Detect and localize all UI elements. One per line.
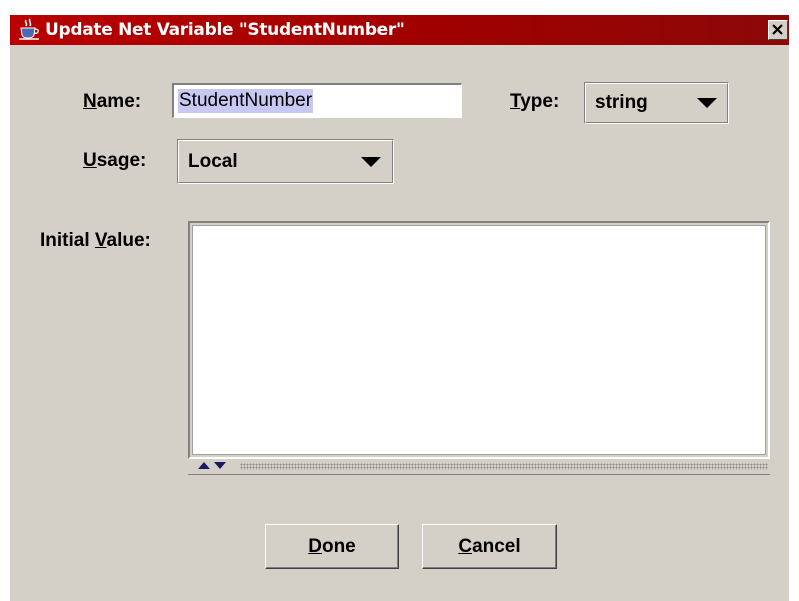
usage-combobox-frame: Local bbox=[178, 140, 393, 183]
splitter-grip[interactable] bbox=[240, 463, 768, 470]
done-button-label-rest: one bbox=[321, 535, 356, 557]
usage-label: Usage: bbox=[83, 150, 146, 172]
close-button[interactable] bbox=[768, 20, 788, 40]
title-bar[interactable]: Update Net Variable "StudentNumber" bbox=[10, 15, 789, 45]
usage-label-mnemonic: U bbox=[83, 150, 97, 171]
initial-value-textarea-frame bbox=[188, 221, 770, 459]
type-combobox[interactable]: string bbox=[584, 82, 729, 124]
done-button[interactable]: Done bbox=[265, 524, 399, 569]
splitter-bar[interactable] bbox=[188, 459, 770, 475]
name-label-rest: ame: bbox=[96, 91, 142, 112]
name-field[interactable]: StudentNumber bbox=[172, 83, 462, 118]
initial-value-label: Initial Value: bbox=[40, 230, 151, 252]
initial-value-label-mnemonic: V bbox=[94, 230, 107, 251]
update-net-variable-dialog: Update Net Variable "StudentNumber" Name… bbox=[9, 15, 789, 601]
chevron-down-icon[interactable] bbox=[361, 156, 381, 167]
close-x-icon bbox=[772, 24, 783, 35]
usage-combobox[interactable]: Local bbox=[177, 139, 394, 184]
usage-label-rest: sage: bbox=[96, 150, 147, 171]
type-label: Type: bbox=[510, 91, 559, 113]
done-button-mnemonic: D bbox=[308, 535, 322, 557]
expand-up-icon[interactable] bbox=[198, 462, 210, 469]
name-label-mnemonic: N bbox=[83, 91, 97, 112]
cancel-button-label-rest: ancel bbox=[472, 535, 521, 557]
cancel-button[interactable]: Cancel bbox=[422, 524, 557, 569]
java-cup-icon bbox=[19, 18, 39, 40]
splitter-line bbox=[188, 474, 770, 475]
initial-value-label-rest: alue: bbox=[106, 230, 151, 251]
name-field-value: StudentNumber bbox=[178, 89, 314, 113]
cancel-button-mnemonic: C bbox=[458, 535, 473, 557]
window-title: Update Net Variable "StudentNumber" bbox=[45, 20, 405, 40]
chevron-down-icon[interactable] bbox=[697, 98, 717, 108]
type-selected-value: string bbox=[595, 92, 648, 113]
type-label-rest: ype: bbox=[520, 91, 560, 112]
initial-value-label-pre: Initial bbox=[40, 230, 95, 251]
usage-selected-value: Local bbox=[188, 150, 238, 172]
collapse-down-icon[interactable] bbox=[214, 462, 226, 469]
type-combobox-frame: string bbox=[585, 83, 728, 123]
initial-value-textarea[interactable] bbox=[192, 225, 766, 455]
name-label: Name: bbox=[83, 91, 141, 113]
type-label-mnemonic: T bbox=[510, 91, 521, 112]
